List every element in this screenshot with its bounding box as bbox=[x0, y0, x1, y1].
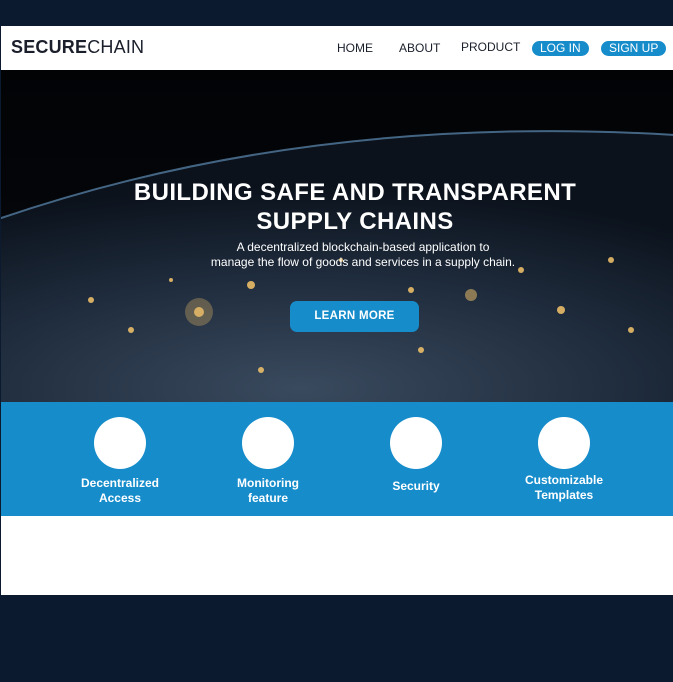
nav-link-product[interactable]: PRODUCT bbox=[461, 40, 520, 54]
feature-monitoring: Monitoring feature bbox=[208, 417, 328, 506]
learn-more-button[interactable]: LEARN MORE bbox=[290, 301, 419, 332]
feature-label: Decentralized Access bbox=[60, 476, 180, 506]
footer bbox=[0, 595, 673, 682]
features-strip: Decentralized Access Monitoring feature … bbox=[1, 402, 673, 516]
hero-subtitle-line1: A decentralized blockchain-based applica… bbox=[236, 240, 490, 254]
top-band bbox=[0, 0, 673, 26]
hero-title-line1: BUILDING SAFE AND TRANSPARENT bbox=[133, 179, 577, 206]
signup-button[interactable]: SIGN UP bbox=[601, 41, 667, 56]
feature-label-line2: feature bbox=[247, 491, 288, 505]
login-button[interactable]: LOG IN bbox=[532, 41, 589, 56]
hero-title-line2: SUPPLY CHAINS bbox=[256, 208, 454, 235]
feature-icon-circle bbox=[94, 417, 146, 469]
feature-customizable-templates: Customizable Templates bbox=[504, 417, 624, 503]
feature-security: Security bbox=[356, 417, 476, 494]
feature-icon-circle bbox=[538, 417, 590, 469]
feature-label: Security bbox=[356, 479, 476, 494]
nav-link-about[interactable]: ABOUT bbox=[399, 41, 440, 55]
feature-label-line1: Security bbox=[392, 479, 440, 493]
feature-label-line1: Monitoring bbox=[237, 476, 299, 490]
feature-label-line2: Templates bbox=[534, 488, 594, 502]
feature-label-line2: Access bbox=[98, 491, 142, 505]
hero-subtitle-line2: manage the flow of goods and services in… bbox=[210, 255, 516, 269]
feature-decentralized-access: Decentralized Access bbox=[60, 417, 180, 506]
earth-night-image bbox=[1, 70, 673, 402]
feature-label: Customizable Templates bbox=[504, 473, 624, 503]
logo-bold-text: SECURE bbox=[11, 37, 88, 57]
hero-subtitle: A decentralized blockchain-based applica… bbox=[1, 240, 673, 270]
content-band bbox=[1, 516, 673, 595]
navbar: SECURECHAIN HOME ABOUT PRODUCT LOG IN SI… bbox=[1, 26, 673, 70]
feature-icon-circle bbox=[242, 417, 294, 469]
site-logo[interactable]: SECURECHAIN bbox=[11, 37, 144, 58]
feature-label: Monitoring feature bbox=[208, 476, 328, 506]
hero-title: BUILDING SAFE AND TRANSPARENT SUPPLY CHA… bbox=[1, 178, 673, 236]
feature-label-line1: Customizable bbox=[524, 473, 603, 487]
hero-section: BUILDING SAFE AND TRANSPARENT SUPPLY CHA… bbox=[1, 70, 673, 402]
logo-light-text: CHAIN bbox=[87, 37, 145, 57]
nav-link-home[interactable]: HOME bbox=[337, 41, 373, 55]
feature-icon-circle bbox=[390, 417, 442, 469]
feature-label-line1: Decentralized bbox=[80, 476, 160, 490]
